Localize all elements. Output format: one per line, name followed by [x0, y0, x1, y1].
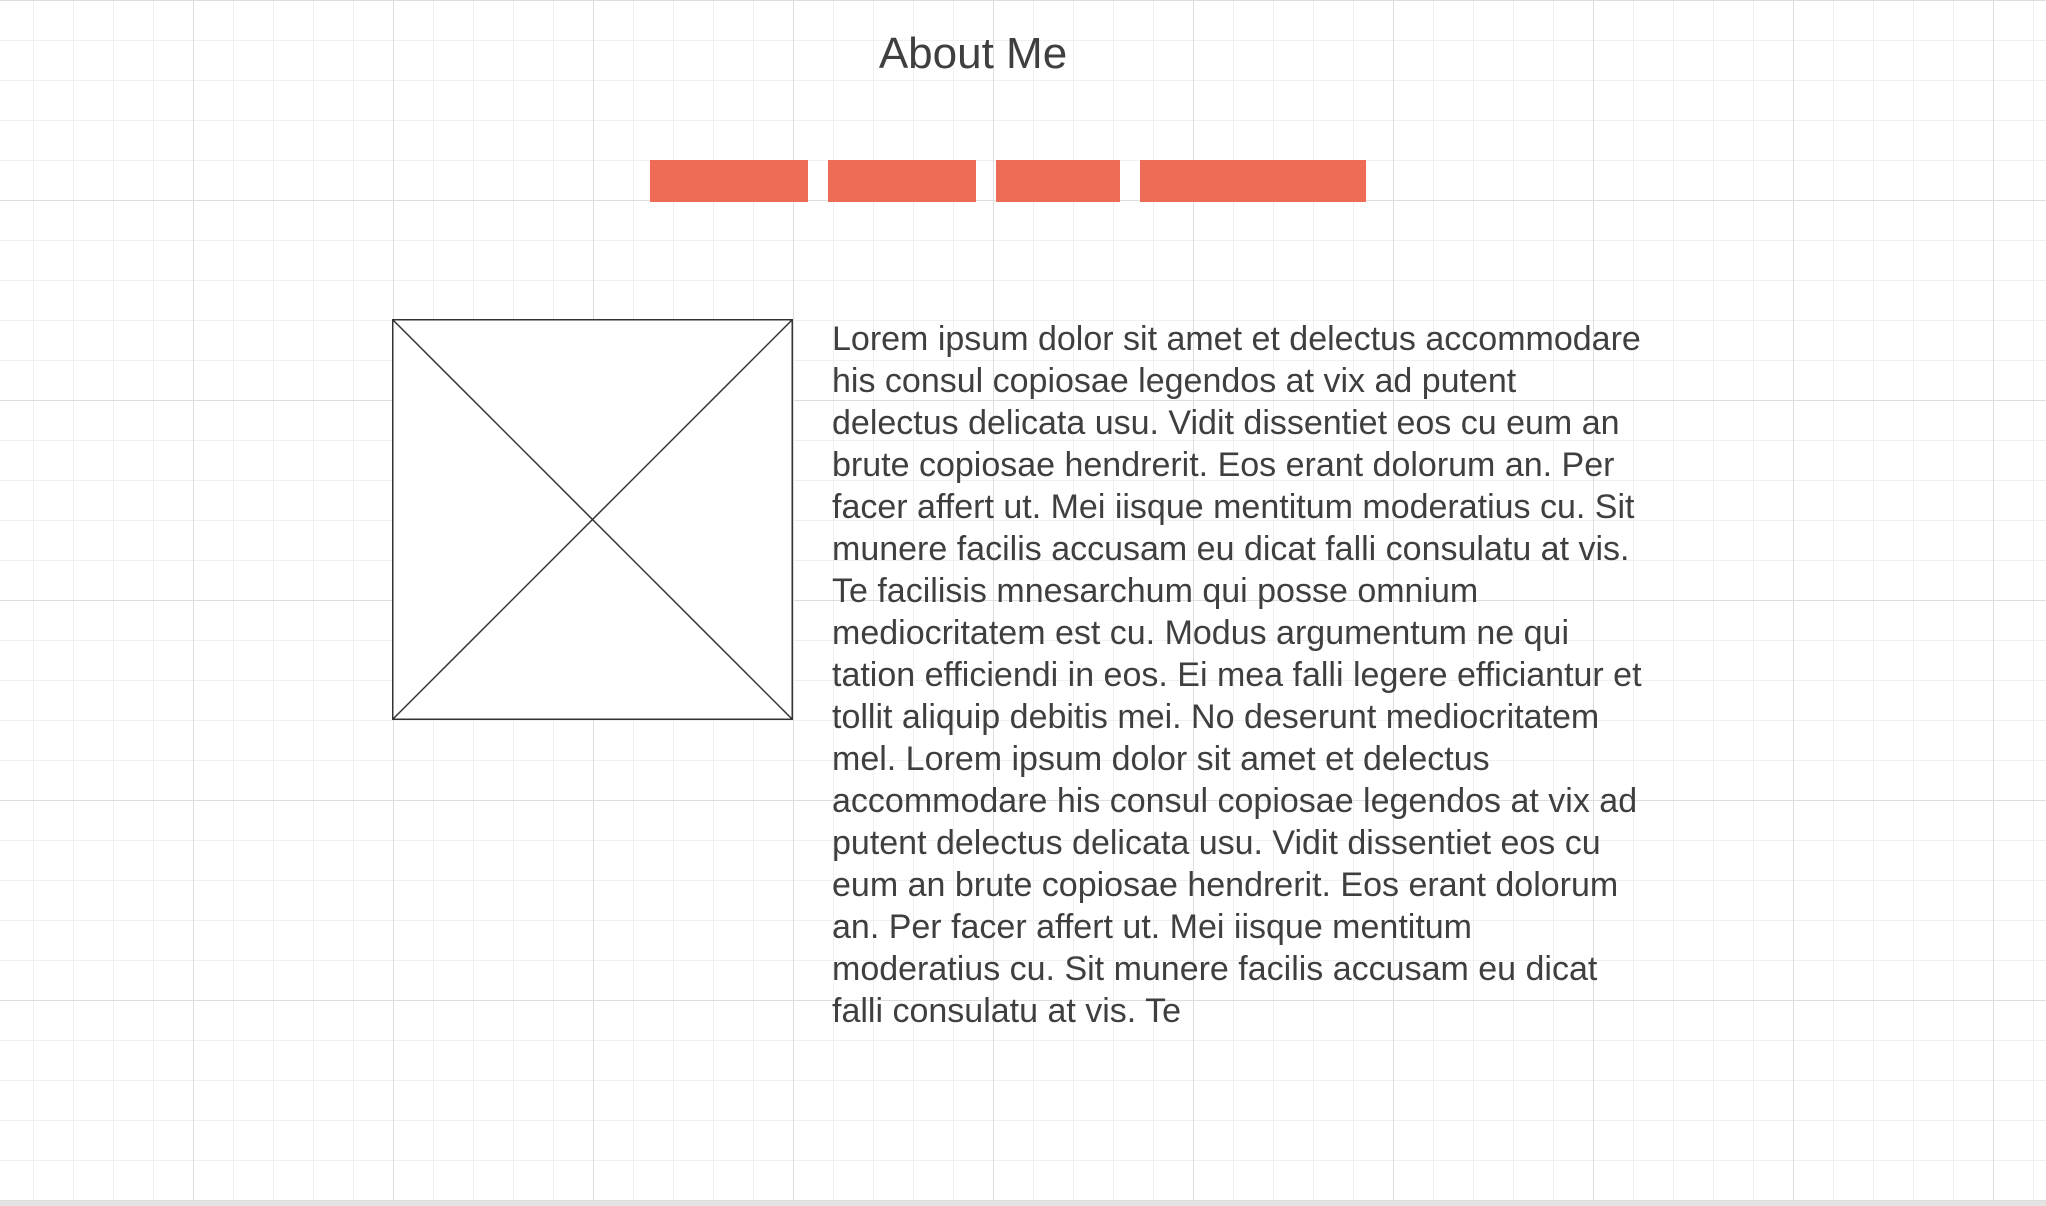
- nav-button-3[interactable]: [996, 160, 1120, 202]
- image-placeholder-graphic: [392, 319, 793, 720]
- nav-button-2[interactable]: [828, 160, 976, 202]
- page-title: About Me: [878, 29, 1068, 78]
- wireframe-canvas: About Me Lorem ipsum dolor sit amet et d…: [0, 0, 2046, 1206]
- about-body-text: Lorem ipsum dolor sit amet et delectus a…: [832, 320, 1642, 1030]
- horizontal-scrollbar[interactable]: [0, 1201, 2046, 1206]
- nav-button-4[interactable]: [1140, 160, 1366, 202]
- image-placeholder-icon: [392, 319, 793, 720]
- nav-button-1[interactable]: [650, 160, 808, 202]
